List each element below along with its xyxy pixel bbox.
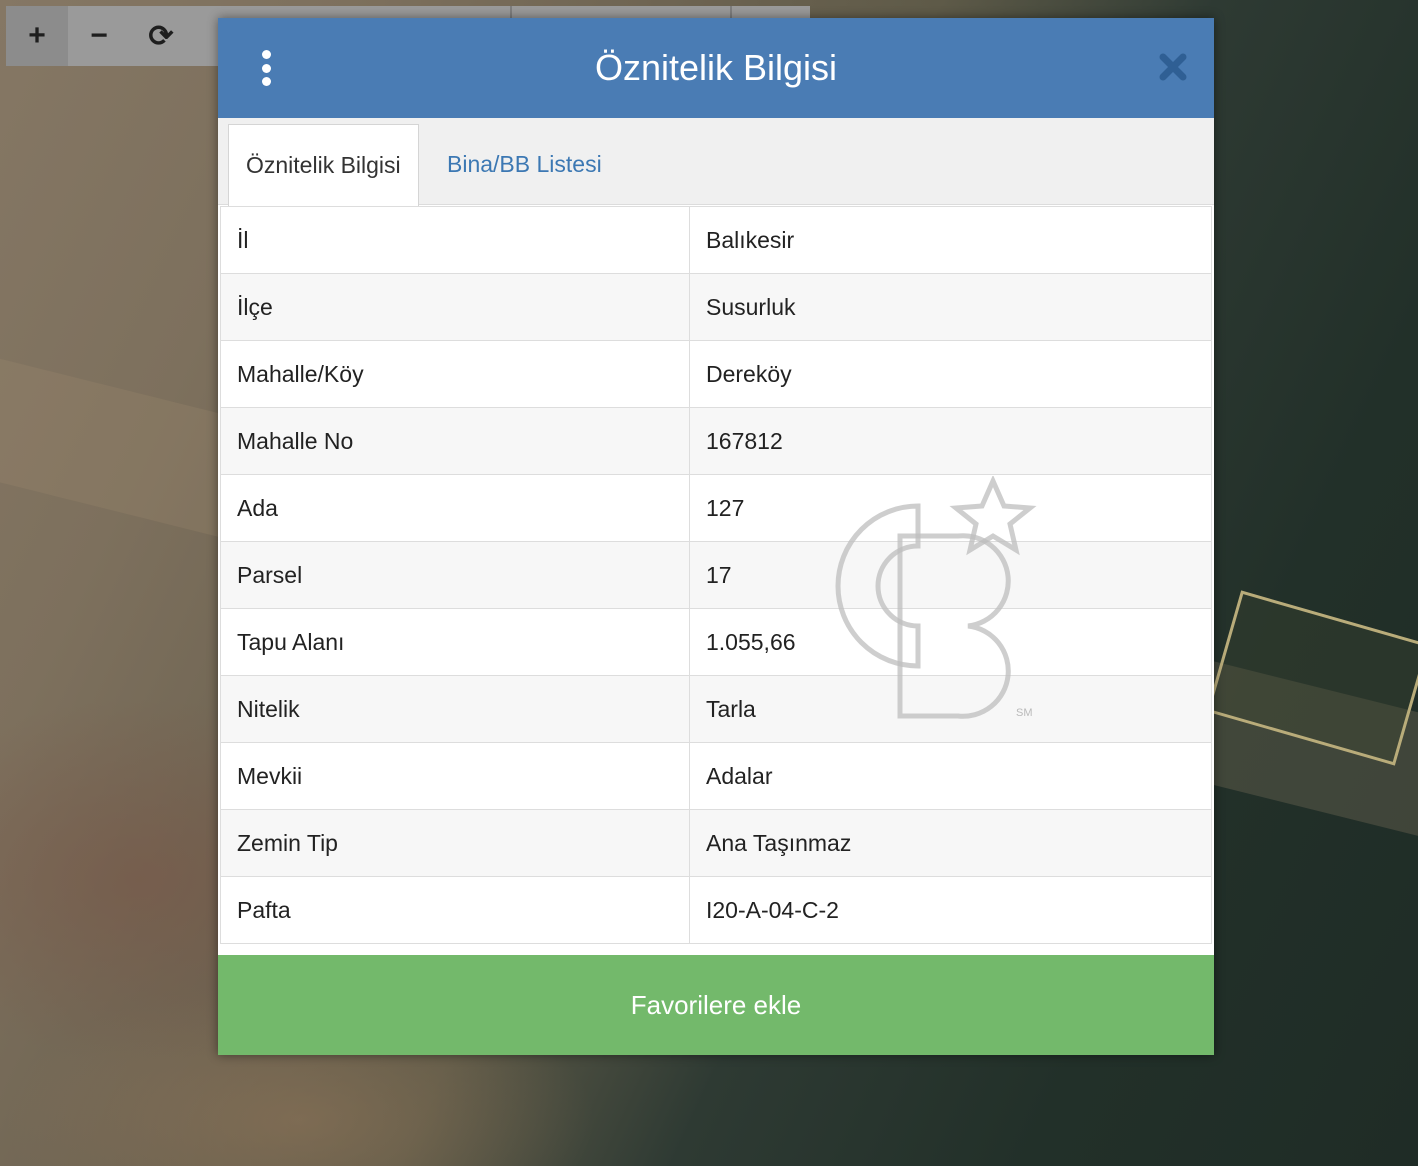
table-row: Mahalle/Köy Dereköy — [220, 340, 1212, 408]
refresh-button[interactable]: ⟳ — [130, 6, 192, 66]
attribute-value: Ana Taşınmaz — [689, 809, 1212, 877]
attribute-value: 1.055,66 — [689, 608, 1212, 676]
attribute-value: I20-A-04-C-2 — [689, 876, 1212, 944]
close-icon[interactable] — [1158, 52, 1188, 82]
attribute-key: Zemin Tip — [220, 809, 690, 877]
zoom-in-button[interactable]: + — [6, 6, 68, 66]
refresh-icon: ⟳ — [148, 19, 174, 53]
attribute-value: 167812 — [689, 407, 1212, 475]
more-options-icon[interactable] — [256, 50, 276, 86]
attribute-key: Mevkii — [220, 742, 690, 810]
minus-icon: − — [90, 19, 108, 52]
attribute-table: İl Balıkesir İlçe Susurluk Mahalle/Köy Derekö… — [220, 206, 1212, 944]
attribute-info-dialog: Öznitelik Bilgisi Öznitelik Bilgisi Bina… — [218, 18, 1214, 1055]
attribute-value: Susurluk — [689, 273, 1212, 341]
table-row: Parsel 17 — [220, 541, 1212, 609]
table-row: Ada 127 — [220, 474, 1212, 542]
attribute-key: Mahalle/Köy — [220, 340, 690, 408]
attribute-value: Balıkesir — [689, 206, 1212, 274]
attribute-key: Nitelik — [220, 675, 690, 743]
zoom-out-button[interactable]: − — [68, 6, 130, 66]
add-to-favorites-button[interactable]: Favorilere ekle — [218, 955, 1214, 1055]
attribute-key: Pafta — [220, 876, 690, 944]
table-row: Mahalle No 167812 — [220, 407, 1212, 475]
table-row: Tapu Alanı 1.055,66 — [220, 608, 1212, 676]
plus-icon: + — [28, 19, 46, 52]
attribute-key: Ada — [220, 474, 690, 542]
attribute-value: Dereköy — [689, 340, 1212, 408]
attribute-key: Parsel — [220, 541, 690, 609]
attribute-value: Adalar — [689, 742, 1212, 810]
table-row: İlçe Susurluk — [220, 273, 1212, 341]
tab-attribute-info[interactable]: Öznitelik Bilgisi — [228, 124, 419, 206]
attribute-key: Tapu Alanı — [220, 608, 690, 676]
table-row: Zemin Tip Ana Taşınmaz — [220, 809, 1212, 877]
dialog-title: Öznitelik Bilgisi — [594, 47, 838, 88]
table-row: İl Balıkesir — [220, 206, 1212, 274]
attribute-key: İlçe — [220, 273, 690, 341]
dialog-header: Öznitelik Bilgisi — [218, 18, 1214, 118]
table-row: Mevkii Adalar — [220, 742, 1212, 810]
attribute-key: İl — [220, 206, 690, 274]
tab-bar: Öznitelik Bilgisi Bina/BB Listesi — [218, 118, 1214, 206]
attribute-value: 17 — [689, 541, 1212, 609]
attribute-value: Tarla — [689, 675, 1212, 743]
table-row: Pafta I20-A-04-C-2 — [220, 876, 1212, 944]
table-row: Nitelik Tarla — [220, 675, 1212, 743]
attribute-key: Mahalle No — [220, 407, 690, 475]
tab-building-list[interactable]: Bina/BB Listesi — [430, 124, 619, 204]
attribute-value: 127 — [689, 474, 1212, 542]
